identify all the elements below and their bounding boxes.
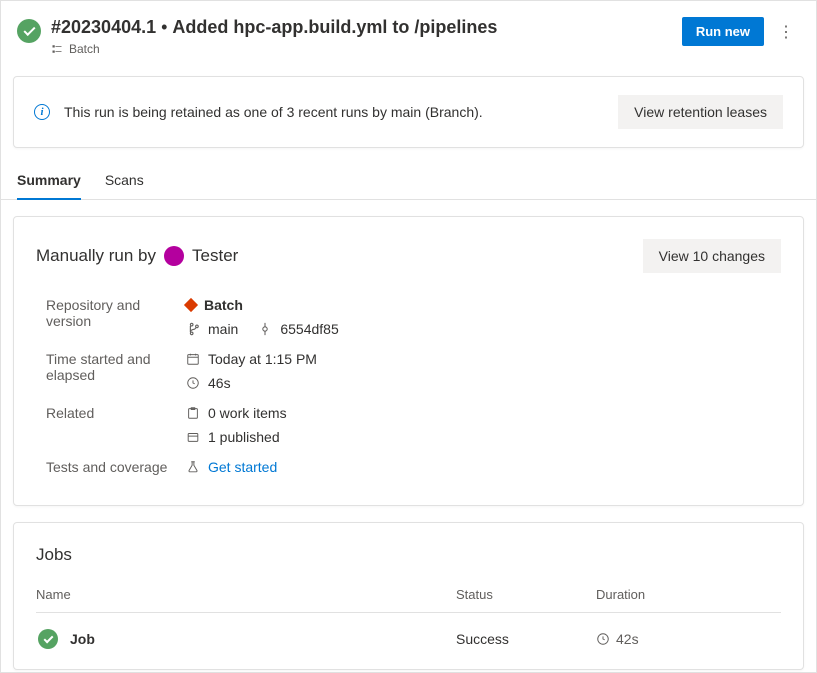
jobs-card: Jobs Name Status Duration Job Success 42…: [13, 522, 804, 670]
elapsed-time: 46s: [208, 375, 231, 391]
more-actions-button[interactable]: ⋮: [772, 18, 800, 46]
label-repo: Repository and version: [46, 297, 174, 337]
page-title: #20230404.1 • Added hpc-app.build.yml to…: [51, 17, 672, 38]
clock-icon: [596, 632, 610, 646]
flask-icon: [186, 460, 200, 474]
run-by-prefix: Manually run by: [36, 246, 156, 266]
work-items-link[interactable]: 0 work items: [186, 405, 781, 421]
pipeline-breadcrumb[interactable]: Batch: [51, 42, 672, 56]
clipboard-icon: [186, 406, 200, 420]
clock-icon: [186, 376, 200, 390]
job-row[interactable]: Job Success 42s: [36, 612, 781, 669]
build-title: Added hpc-app.build.yml to /pipelines: [172, 17, 497, 37]
branch-icon: [186, 322, 200, 336]
run-by-user: Tester: [192, 246, 238, 266]
header-titles: #20230404.1 • Added hpc-app.build.yml to…: [51, 17, 672, 56]
work-items: 0 work items: [208, 405, 287, 421]
val-tests: Get started: [186, 459, 781, 475]
success-icon: [17, 19, 41, 43]
col-duration: Duration: [596, 587, 781, 602]
repo-link[interactable]: Batch: [186, 297, 781, 313]
tab-scans[interactable]: Scans: [105, 172, 144, 199]
view-changes-button[interactable]: View 10 changes: [643, 239, 781, 273]
label-time: Time started and elapsed: [46, 351, 174, 391]
run-new-button[interactable]: Run new: [682, 17, 764, 46]
run-by: Manually run by Tester: [36, 246, 238, 266]
started-time: Today at 1:15 PM: [208, 351, 317, 367]
job-name-cell: Job: [36, 629, 456, 649]
commit-hash: 6554df85: [280, 321, 338, 337]
info-icon: i: [34, 104, 50, 120]
retention-banner: i This run is being retained as one of 3…: [13, 76, 804, 148]
view-retention-button[interactable]: View retention leases: [618, 95, 783, 129]
job-name: Job: [70, 631, 95, 647]
val-repo: Batch main 6554df85: [186, 297, 781, 337]
published-link[interactable]: 1 published: [186, 429, 781, 445]
job-duration: 42s: [616, 631, 639, 647]
page-header: #20230404.1 • Added hpc-app.build.yml to…: [1, 1, 816, 64]
tabs: Summary Scans: [1, 148, 816, 200]
tab-summary[interactable]: Summary: [17, 172, 81, 200]
package-icon: [186, 430, 200, 444]
properties-table: Repository and version Batch main 6554df: [36, 297, 781, 475]
pipeline-icon: [51, 43, 63, 55]
header-actions: Run new ⋮: [682, 17, 800, 46]
success-icon: [38, 629, 58, 649]
col-status: Status: [456, 587, 596, 602]
commit-icon: [258, 322, 272, 336]
summary-card: Manually run by Tester View 10 changes R…: [13, 216, 804, 506]
val-time: Today at 1:15 PM 46s: [186, 351, 781, 391]
val-related: 0 work items 1 published: [186, 405, 781, 445]
branch-link[interactable]: main: [186, 321, 238, 337]
label-related: Related: [46, 405, 174, 445]
repo-name: Batch: [204, 297, 243, 313]
repo-icon: [184, 298, 198, 312]
commit-link[interactable]: 6554df85: [258, 321, 338, 337]
jobs-columns: Name Status Duration: [36, 583, 781, 612]
build-id: #20230404.1: [51, 17, 156, 37]
branch-name: main: [208, 321, 238, 337]
job-duration-cell: 42s: [596, 631, 781, 647]
col-name: Name: [36, 587, 456, 602]
published-count: 1 published: [208, 429, 280, 445]
jobs-title: Jobs: [36, 545, 781, 565]
pipeline-name: Batch: [69, 42, 100, 56]
calendar-icon: [186, 352, 200, 366]
banner-text: This run is being retained as one of 3 r…: [64, 104, 604, 120]
title-separator: •: [156, 17, 172, 37]
job-status: Success: [456, 631, 596, 647]
tests-get-started-link[interactable]: Get started: [208, 459, 277, 475]
avatar: [164, 246, 184, 266]
summary-header: Manually run by Tester View 10 changes: [36, 239, 781, 273]
label-tests: Tests and coverage: [46, 459, 174, 475]
